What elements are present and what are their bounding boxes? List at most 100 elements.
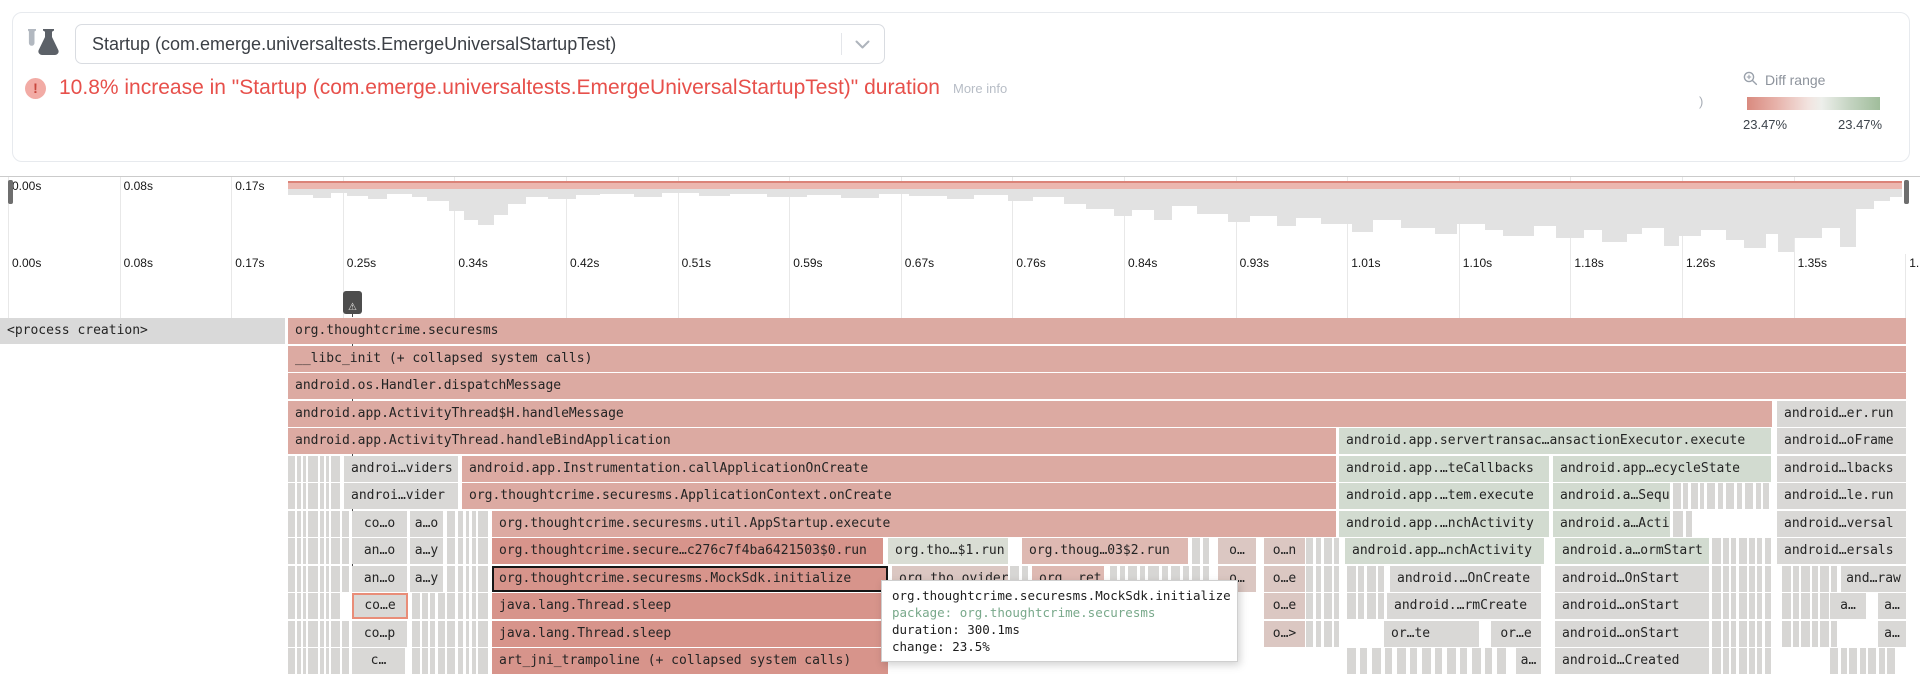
flame-sliver[interactable] xyxy=(1731,621,1736,647)
flame-bar[interactable]: or…te xyxy=(1384,621,1479,647)
flame-sliver[interactable] xyxy=(466,566,469,592)
flame-bar[interactable]: __libc_init (+ collapsed system calls) xyxy=(288,346,1906,372)
flame-sliver[interactable] xyxy=(1801,593,1810,619)
flame-sliver[interactable] xyxy=(342,566,349,592)
flame-sliver[interactable] xyxy=(472,538,476,564)
flame-bar[interactable]: android.os.Handler.dispatchMessage xyxy=(288,373,1906,399)
flame-sliver[interactable] xyxy=(331,511,340,537)
flame-sliver[interactable] xyxy=(466,648,469,674)
flame-bar[interactable]: java.lang.Thread.sleep xyxy=(492,593,888,619)
flame-sliver[interactable] xyxy=(458,538,463,564)
flame-sliver[interactable] xyxy=(1739,621,1747,647)
flame-sliver[interactable] xyxy=(1700,483,1704,509)
flame-sliver[interactable] xyxy=(1765,621,1771,647)
flame-sliver[interactable] xyxy=(1723,566,1729,592)
minimap-right-handle[interactable] xyxy=(1904,180,1909,204)
flame-sliver[interactable] xyxy=(478,566,488,592)
flame-sliver[interactable] xyxy=(1712,621,1721,647)
flame-sliver[interactable] xyxy=(303,593,306,619)
flame-sliver[interactable] xyxy=(1812,621,1818,647)
flame-sliver[interactable] xyxy=(1739,566,1747,592)
flame-sliver[interactable] xyxy=(478,648,488,674)
flame-sliver[interactable] xyxy=(1203,538,1209,564)
flame-sliver[interactable] xyxy=(1306,566,1313,592)
flame-sliver[interactable] xyxy=(1782,566,1791,592)
flame-sliver[interactable] xyxy=(326,593,329,619)
test-selector[interactable]: Startup (com.emerge.universaltests.Emerg… xyxy=(75,24,885,64)
flame-sliver[interactable] xyxy=(422,593,428,619)
flame-sliver[interactable] xyxy=(331,456,340,482)
flame-sliver[interactable] xyxy=(303,538,306,564)
flame-sliver[interactable] xyxy=(288,648,295,674)
flame-bar[interactable]: org.tho…$1.run xyxy=(888,538,1008,564)
chevron-down-icon[interactable] xyxy=(855,40,870,49)
flame-sliver[interactable] xyxy=(1358,566,1364,592)
flame-bar[interactable]: art_jni_trampoline (+ collapsed system c… xyxy=(492,648,888,674)
flame-sliver[interactable] xyxy=(1397,648,1406,674)
flame-sliver[interactable] xyxy=(472,648,476,674)
flame-sliver[interactable] xyxy=(1757,566,1762,592)
flame-bar[interactable]: java.lang.Thread.sleep xyxy=(492,621,888,647)
flame-bar[interactable]: org.thoughtcrime.secure…c276c7f4ba642150… xyxy=(492,538,883,564)
flame-sliver[interactable] xyxy=(331,483,340,509)
flame-sliver[interactable] xyxy=(326,483,329,509)
flame-sliver[interactable] xyxy=(1691,483,1698,509)
flame-sliver[interactable] xyxy=(1749,621,1755,647)
flame-sliver[interactable] xyxy=(1378,593,1384,619)
flame-bar[interactable]: or…e xyxy=(1491,621,1541,647)
flame-sliver[interactable] xyxy=(303,566,306,592)
flame-sliver[interactable] xyxy=(297,593,301,619)
flame-bar[interactable]: android.app.…nchActivity xyxy=(1339,511,1549,537)
flame-sliver[interactable] xyxy=(1793,621,1799,647)
flame-bar[interactable]: o…n xyxy=(1264,538,1305,564)
flame-sliver[interactable] xyxy=(1812,566,1818,592)
flame-sliver[interactable] xyxy=(320,566,324,592)
flame-sliver[interactable] xyxy=(412,621,420,647)
flame-sliver[interactable] xyxy=(1801,621,1810,647)
flame-sliver[interactable] xyxy=(1385,648,1392,674)
flame-sliver[interactable] xyxy=(1347,648,1356,674)
flame-bar[interactable]: android.…OnCreate xyxy=(1390,566,1541,592)
flame-sliver[interactable] xyxy=(438,621,445,647)
flame-sliver[interactable] xyxy=(1749,566,1755,592)
flame-sliver[interactable] xyxy=(478,621,488,647)
flame-sliver[interactable] xyxy=(1334,538,1339,564)
flame-sliver[interactable] xyxy=(1358,593,1364,619)
flame-sliver[interactable] xyxy=(1731,538,1736,564)
flame-sliver[interactable] xyxy=(1745,483,1753,509)
flame-sliver[interactable] xyxy=(1334,621,1339,647)
flame-bar[interactable]: android…OnStart xyxy=(1555,566,1709,592)
flame-sliver[interactable] xyxy=(1306,621,1313,647)
flame-bar[interactable]: a… xyxy=(1878,593,1906,619)
flame-sliver[interactable] xyxy=(320,621,324,647)
flame-sliver[interactable] xyxy=(458,593,463,619)
flame-bar[interactable]: android…oFrame xyxy=(1777,428,1906,454)
flame-bar[interactable]: android.a…Sequence xyxy=(1553,483,1670,509)
flame-bar[interactable]: <process creation> xyxy=(0,318,285,344)
flame-bar[interactable]: android…lbacks xyxy=(1777,456,1906,482)
flame-sliver[interactable] xyxy=(447,648,455,674)
flame-sliver[interactable] xyxy=(1723,621,1729,647)
flame-sliver[interactable] xyxy=(1324,566,1332,592)
flame-sliver[interactable] xyxy=(1887,648,1895,674)
flame-sliver[interactable] xyxy=(308,456,318,482)
flame-sliver[interactable] xyxy=(466,538,469,564)
flame-sliver[interactable] xyxy=(308,483,318,509)
flame-sliver[interactable] xyxy=(478,538,488,564)
flame-bar[interactable]: o…e xyxy=(1264,566,1305,592)
flame-sliver[interactable] xyxy=(1765,566,1771,592)
flame-sliver[interactable] xyxy=(303,511,306,537)
flame-sliver[interactable] xyxy=(1723,648,1729,674)
flame-sliver[interactable] xyxy=(1765,593,1771,619)
flame-sliver[interactable] xyxy=(472,621,476,647)
flame-sliver[interactable] xyxy=(342,538,349,564)
flame-sliver[interactable] xyxy=(412,648,420,674)
flame-sliver[interactable] xyxy=(447,593,455,619)
flame-bar[interactable]: android.app.ActivityThread.handleBindApp… xyxy=(288,428,1336,454)
flame-sliver[interactable] xyxy=(1831,566,1837,592)
flame-sliver[interactable] xyxy=(1422,648,1431,674)
flame-bar[interactable]: org.thoughtcrime.securesms xyxy=(288,318,1906,344)
flame-sliver[interactable] xyxy=(1324,538,1332,564)
flame-sliver[interactable] xyxy=(1410,648,1417,674)
flame-bar[interactable]: a… xyxy=(1830,593,1866,619)
